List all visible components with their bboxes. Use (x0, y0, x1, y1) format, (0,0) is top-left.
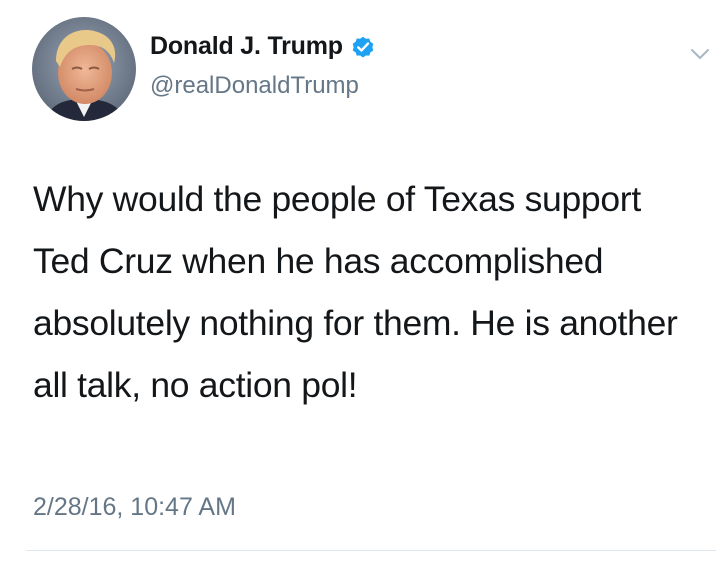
author-name-row[interactable]: Donald J. Trump (150, 32, 376, 61)
avatar[interactable] (32, 17, 136, 121)
tweet-text: Why would the people of Texas support Te… (33, 179, 678, 405)
tweet-card: Donald J. Trump @realDonaldTrump Why wou… (0, 0, 716, 568)
chevron-down-icon[interactable] (686, 43, 714, 65)
divider (26, 550, 716, 551)
author-handle[interactable]: @realDonaldTrump (150, 72, 359, 100)
tweet-timestamp[interactable]: 2/28/16, 10:47 AM (33, 493, 236, 522)
display-name[interactable]: Donald J. Trump (150, 32, 343, 61)
verified-badge-icon (350, 34, 376, 60)
